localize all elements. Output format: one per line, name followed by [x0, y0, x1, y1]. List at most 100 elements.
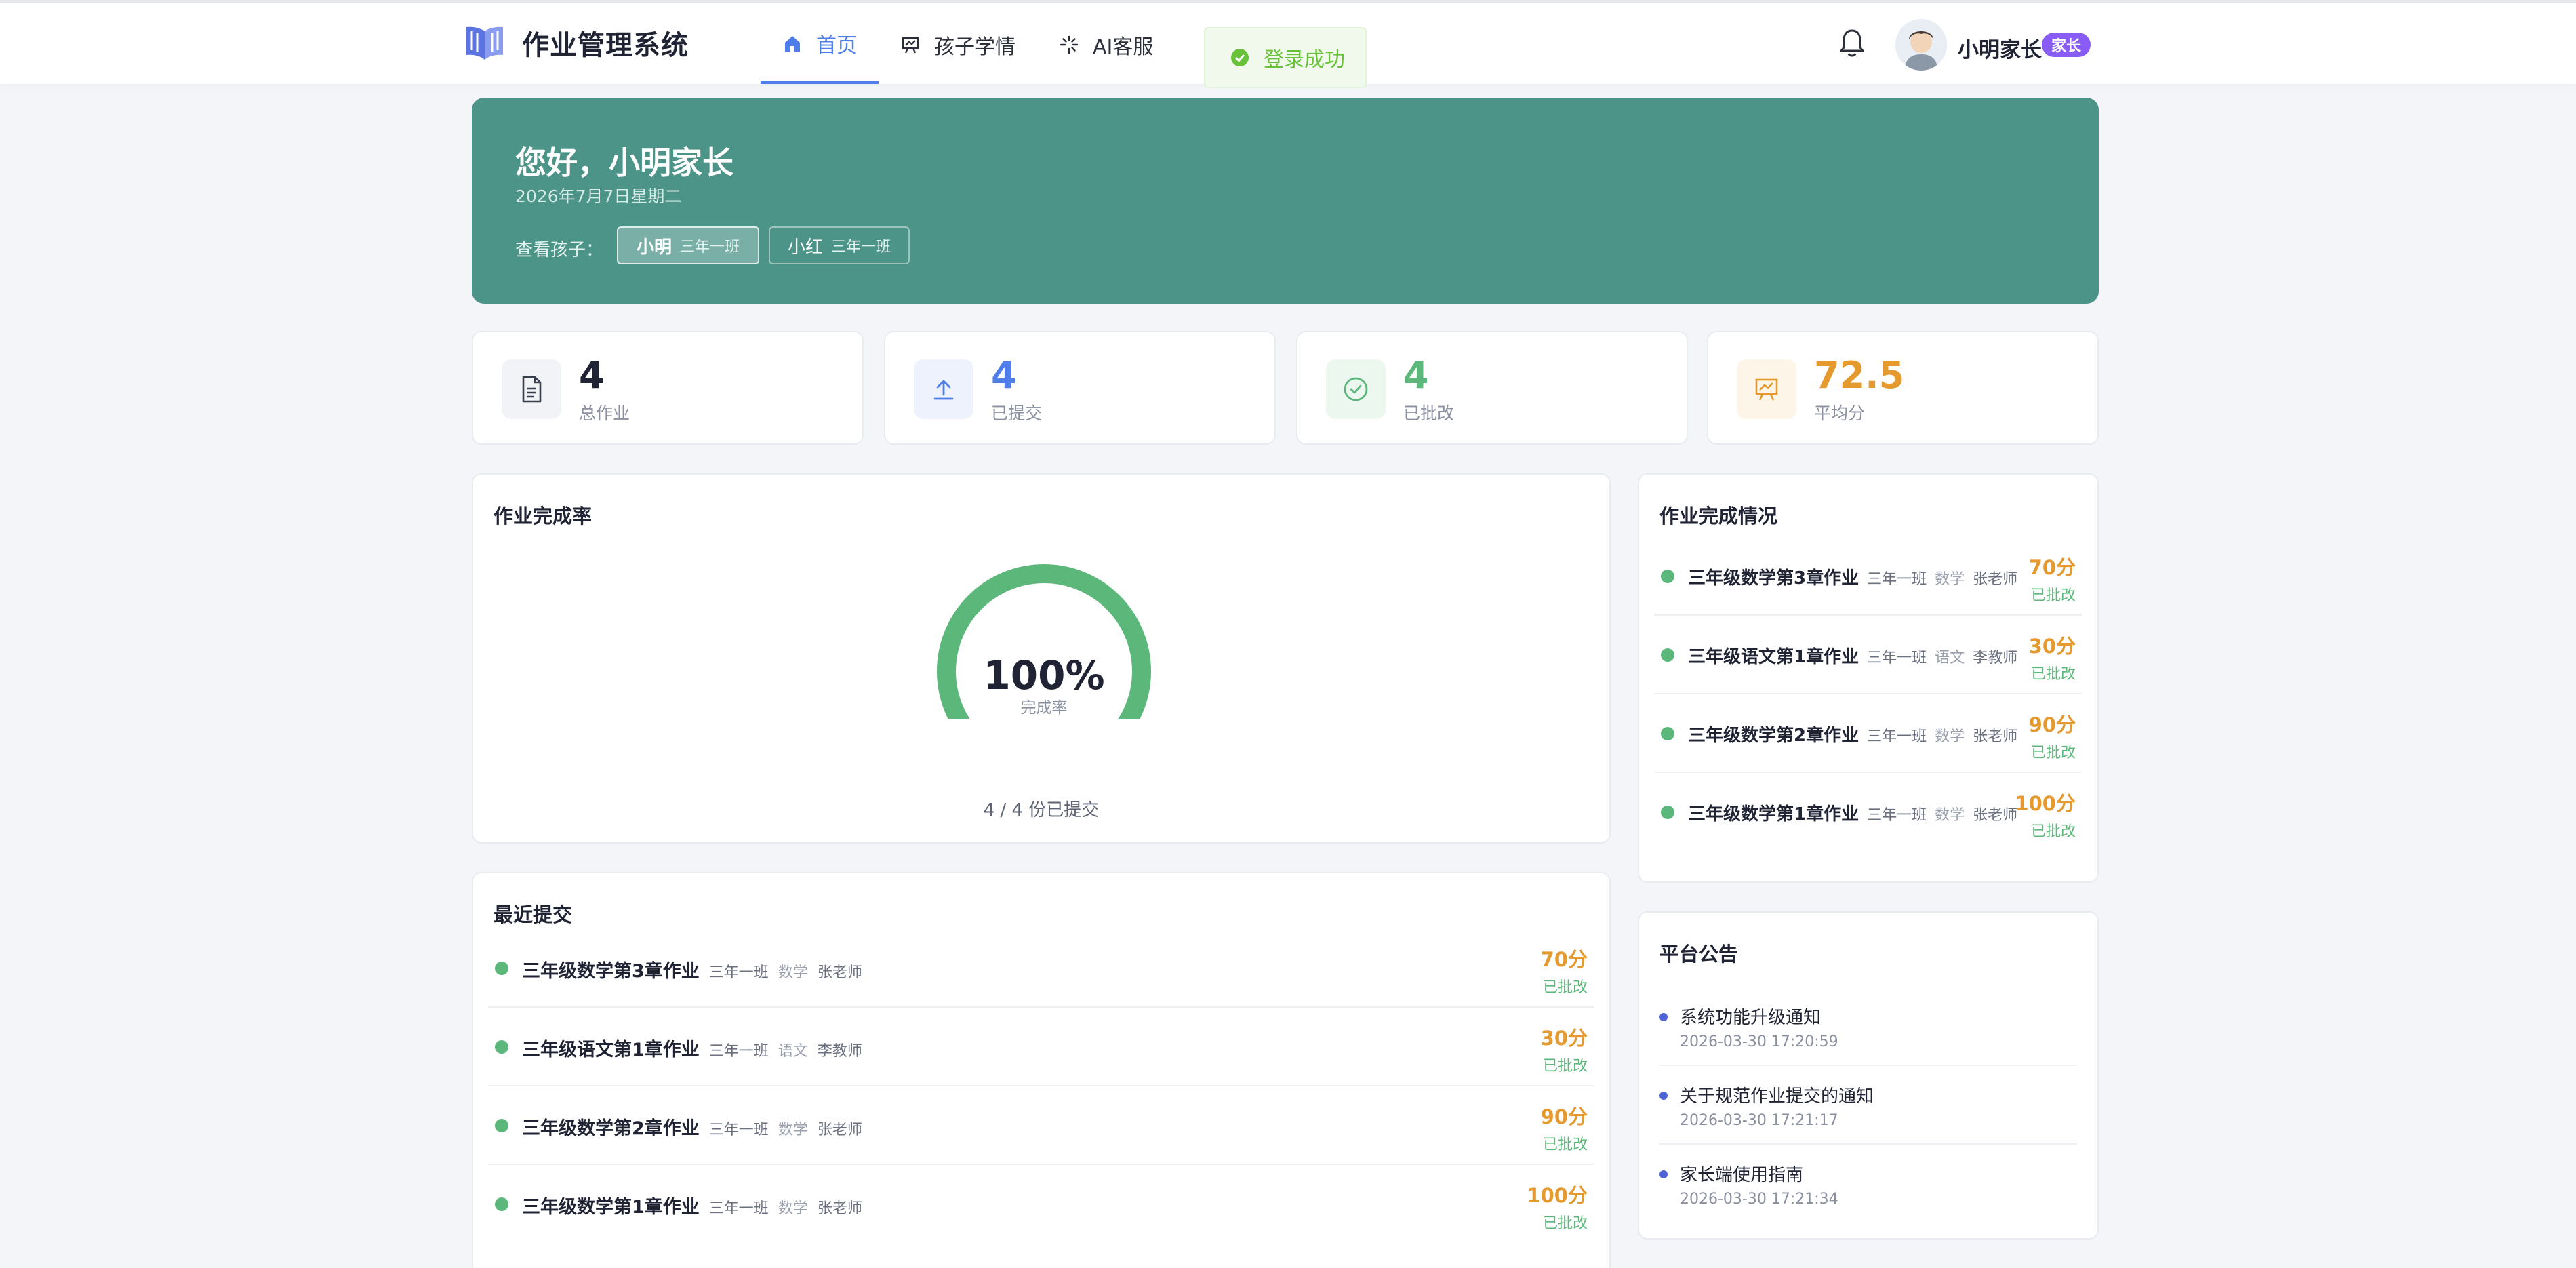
child-name: 小红 — [787, 237, 823, 258]
status-dot — [1661, 648, 1674, 662]
document-icon — [522, 376, 542, 403]
teacher: 张老师 — [817, 1122, 862, 1138]
list-item[interactable]: 三年级数学第2章作业 三年一班 数学 张老师 90分已批改 — [1654, 694, 2082, 773]
panel-title: 平台公告 — [1659, 943, 1739, 966]
book-logo-icon — [466, 26, 503, 60]
homework-title: 三年级数学第1章作业 — [1688, 804, 1859, 825]
item-result: 100分已批改 — [2015, 788, 2076, 841]
nav-home[interactable]: 首页 — [761, 5, 879, 84]
teacher: 李教师 — [817, 1043, 862, 1060]
notice-item[interactable]: 家长端使用指南 2026-03-30 17:21:34 — [1659, 1145, 2077, 1223]
status-dot — [495, 1040, 508, 1054]
score: 100分 — [1527, 1184, 1588, 1207]
score: 30分 — [1540, 1027, 1588, 1050]
child-selector-label: 查看孩子： — [515, 240, 604, 260]
nav-ai-service-label: AI客服 — [1093, 35, 1154, 59]
list-item[interactable]: 三年级语文第1章作业 三年一班 语文 李教师 30分已批改 — [488, 1008, 1594, 1086]
teacher: 张老师 — [817, 1200, 862, 1217]
status-dot — [495, 962, 508, 975]
class-name: 三年一班 — [708, 1043, 769, 1060]
grading-status: 已批改 — [2030, 666, 2076, 683]
subject: 数学 — [1935, 728, 1965, 745]
teacher: 张老师 — [1973, 728, 2018, 745]
stat-card-submitted: 4 已提交 — [884, 331, 1276, 445]
notice-time: 2026-03-30 17:21:34 — [1680, 1191, 1838, 1208]
completion-caption: 完成率 — [1020, 699, 1068, 717]
stat-icon-box — [1737, 359, 1796, 419]
score: 70分 — [2028, 556, 2076, 579]
item-result: 70分已批改 — [1541, 944, 1588, 997]
bell-icon[interactable] — [1837, 27, 1867, 58]
grading-status: 已批改 — [1542, 1136, 1588, 1153]
item-main: 三年级语文第1章作业 三年一班 语文 李教师 — [522, 1035, 862, 1061]
avatar[interactable] — [1895, 19, 1947, 71]
item-result: 30分已批改 — [1541, 1023, 1588, 1075]
panel-title: 作业完成率 — [494, 504, 592, 528]
status-dot — [1661, 727, 1674, 740]
homework-title: 三年级数学第2章作业 — [1688, 726, 1859, 746]
home-icon — [785, 35, 800, 52]
status-dot — [495, 1119, 508, 1132]
notice-time: 2026-03-30 17:20:59 — [1680, 1033, 1838, 1050]
class-name: 三年一班 — [1867, 650, 1927, 667]
notice-title: 关于规范作业提交的通知 — [1680, 1086, 1874, 1107]
class-name: 三年一班 — [708, 1200, 769, 1217]
item-main: 三年级数学第1章作业 三年一班 数学 张老师 — [522, 1192, 862, 1219]
grading-status: 已批改 — [2030, 823, 2076, 840]
stat-card-average: 72.5 平均分 — [1707, 331, 2099, 445]
list-item[interactable]: 三年级数学第3章作业 三年一班 数学 张老师 70分已批改 — [1654, 537, 2082, 616]
list-item[interactable]: 三年级数学第1章作业 三年一班 数学 张老师 100分已批改 — [1654, 773, 2082, 852]
subject: 语文 — [1935, 650, 1965, 667]
current-date: 2026年7月7日星期二 — [515, 186, 682, 206]
app-title: 作业管理系统 — [522, 30, 689, 61]
notice-item[interactable]: 系统功能升级通知 2026-03-30 17:20:59 — [1659, 987, 2077, 1066]
nav-home-label: 首页 — [816, 33, 857, 58]
score: 70分 — [1540, 948, 1588, 971]
child-button-xiaoming[interactable]: 小明 三年一班 — [617, 226, 759, 264]
list-item[interactable]: 三年级语文第1章作业 三年一班 语文 李教师 30分 已批改 — [1654, 616, 2082, 694]
class-name: 三年一班 — [708, 964, 769, 981]
user-name[interactable]: 小明家长 — [1958, 33, 2042, 63]
presentation-chart-icon — [1755, 378, 1778, 401]
brand[interactable]: 作业管理系统 — [464, 23, 689, 62]
list-item[interactable]: 三年级数学第1章作业 三年一班 数学 张老师 100分已批改 — [488, 1165, 1594, 1244]
notice-dot — [1659, 1092, 1668, 1100]
subject: 语文 — [778, 1043, 808, 1060]
completion-rate-panel: 作业完成率 100% 完成率 4 / 4 份已提交 — [472, 473, 1611, 844]
item-result: 90分已批改 — [1541, 1101, 1588, 1154]
score: 100分 — [2015, 792, 2076, 815]
grading-status: 已批改 — [1542, 979, 1588, 996]
grading-status: 已批改 — [1542, 1215, 1588, 1232]
list-item[interactable]: 三年级数学第2章作业 三年一班 数学 张老师 90分已批改 — [488, 1086, 1594, 1165]
subject: 数学 — [778, 964, 808, 981]
sparkle-icon — [1060, 35, 1079, 54]
score: 90分 — [1540, 1105, 1588, 1128]
grading-status: 已批改 — [1542, 1058, 1588, 1075]
login-success-toast: 登录成功 — [1204, 27, 1367, 88]
item-result: 70分已批改 — [2029, 552, 2076, 605]
subject: 数学 — [778, 1122, 808, 1138]
presentation-chart-icon — [902, 37, 919, 54]
child-class: 三年一班 — [831, 239, 891, 256]
stat-card-graded: 4 已批改 — [1296, 331, 1688, 445]
child-button-xiaohong[interactable]: 小红 三年一班 — [769, 226, 910, 264]
score: 90分 — [2028, 713, 2076, 736]
grading-status: 已批改 — [2030, 587, 2076, 604]
class-name: 三年一班 — [708, 1122, 769, 1138]
list-item[interactable]: 三年级数学第3章作业 三年一班 数学 张老师 70分 已批改 — [488, 929, 1594, 1008]
role-badge: 家长 — [2042, 33, 2091, 57]
item-main: 三年级数学第1章作业 三年一班 数学 张老师 — [1688, 800, 2017, 825]
homework-title: 三年级数学第3章作业 — [1688, 568, 1859, 589]
homework-title: 三年级数学第2章作业 — [522, 1118, 700, 1139]
item-result: 90分已批改 — [2029, 709, 2076, 762]
item-main: 三年级数学第3章作业 三年一班 数学 张老师 — [1688, 564, 2017, 589]
nav-ai-service[interactable]: AI客服 — [1037, 5, 1175, 84]
main-nav: 首页 孩子学情 AI客服 — [761, 5, 1175, 84]
item-main: 三年级数学第2章作业 三年一班 数学 张老师 — [1688, 721, 2017, 747]
top-bar: 作业管理系统 首页 孩子学情 AI客服 登录成功 小明家长 家长 — [0, 0, 2576, 88]
child-name: 小明 — [636, 237, 672, 258]
greeting: 您好，小明家长 — [515, 144, 733, 181]
notice-item[interactable]: 关于规范作业提交的通知 2026-03-30 17:21:17 — [1659, 1066, 2077, 1145]
nav-child-study[interactable]: 孩子学情 — [879, 5, 1037, 84]
grading-status: 已批改 — [2030, 745, 2076, 761]
